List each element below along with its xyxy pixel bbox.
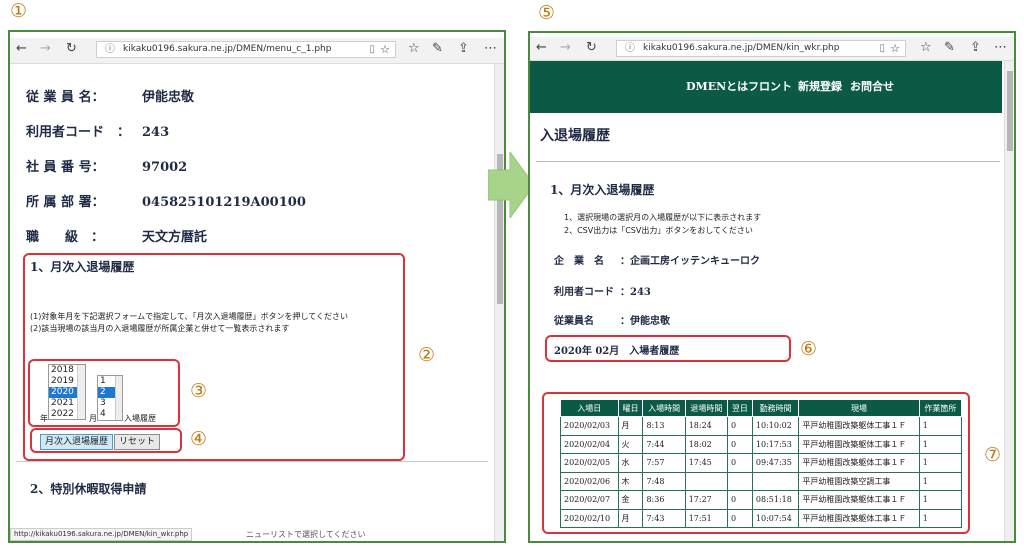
info-row-employee-no: 社 員 番 号： 97002	[26, 150, 306, 185]
page-scrollbar[interactable]	[494, 64, 504, 541]
marker-1: ①	[10, 0, 28, 22]
refresh-icon[interactable]: ↻	[586, 40, 597, 56]
highlight-box-3	[28, 359, 180, 427]
more-icon[interactable]: ⋯	[484, 41, 497, 57]
marker-6: ⑥	[800, 338, 818, 360]
info-label: 従 業 員 名：	[26, 90, 105, 105]
nav-front[interactable]: フロント	[748, 78, 792, 94]
reading-view-icon[interactable]: ▯	[369, 42, 375, 57]
site-header: DMENとは フロント 新規登録 お問合せ	[530, 61, 1002, 113]
note-2: 2、CSV出力は「CSV出力」ボタンをおしてください	[564, 226, 753, 235]
info-label: 利用者コード ：	[26, 125, 131, 140]
info-row-position: 職 級 ： 天文方暦託	[26, 220, 306, 255]
user-code-value: ：243	[620, 287, 651, 298]
info-row-name: 従 業 員 名： 伊能忠敬	[26, 80, 306, 115]
page-title: 入退場履歴	[540, 128, 610, 144]
favorite-star-icon[interactable]: ☆	[890, 41, 900, 56]
employee-row: 従業員名 ：伊能忠敬	[554, 312, 670, 327]
favorites-list-icon[interactable]: ☆	[408, 41, 420, 57]
refresh-icon[interactable]: ↻	[66, 41, 77, 57]
marker-2: ②	[418, 344, 436, 366]
info-label: 職 級 ：	[26, 230, 105, 245]
pen-icon[interactable]: ✎	[432, 41, 443, 57]
company-row: 企 業 名 ：企画工房イッテンキューロク	[554, 252, 760, 267]
status-bar: http://kikaku0196.sakura.ne.jp/DMEN/kin_…	[10, 528, 193, 541]
section2-title: 2、特別休暇取得申請	[30, 482, 147, 496]
marker-7: ⑦	[984, 444, 1002, 466]
highlight-box-7	[542, 392, 970, 534]
employee-info: 従 業 員 名： 伊能忠敬 利用者コード ： 243 社 員 番 号： 97002 所…	[26, 80, 306, 255]
info-value: 97002	[142, 160, 188, 175]
info-value: 天文方暦託	[142, 230, 208, 245]
address-bar[interactable]: ⓘ kikaku0196.sakura.ne.jp/DMEN/menu_c_1.…	[96, 41, 396, 58]
company-value: ：企画工房イッテンキューロク	[620, 256, 760, 267]
scrollbar-thumb[interactable]	[1007, 71, 1013, 151]
browser-toolbar: ← → ↻ ⓘ kikaku0196.sakura.ne.jp/DMEN/kin…	[530, 37, 1014, 61]
marker-4: ④	[190, 428, 208, 450]
title-divider	[536, 161, 1000, 162]
nav-register[interactable]: 新規登録	[798, 78, 842, 94]
marker-3: ③	[190, 380, 208, 402]
nav-contact[interactable]: お問合せ	[850, 78, 894, 94]
status-url: http://kikaku0196.sakura.ne.jp/DMEN/kin_…	[14, 530, 189, 538]
employee-value: ：伊能忠敬	[620, 316, 670, 327]
address-bar[interactable]: ⓘ kikaku0196.sakura.ne.jp/DMEN/kin_wkr.p…	[616, 40, 906, 57]
employee-label: 従業員名	[554, 316, 594, 327]
nav-about[interactable]: DMENとは	[686, 78, 748, 94]
info-row-department: 所 属 部 署： 045825101219A00100	[26, 185, 306, 220]
share-icon[interactable]: ⇪	[970, 40, 981, 56]
note-1: 1、選択現場の選択月の入場履歴が以下に表示されます	[564, 213, 762, 222]
forward-icon[interactable]: →	[40, 41, 51, 57]
address-url: kikaku0196.sakura.ne.jp/DMEN/kin_wkr.php	[643, 43, 840, 53]
section-divider	[16, 461, 488, 462]
back-icon[interactable]: ←	[536, 40, 547, 56]
user-code-row: 利用者コード ：243	[554, 283, 651, 298]
reading-view-icon[interactable]: ▯	[879, 41, 885, 56]
info-value: 伊能忠敬	[142, 90, 195, 105]
favorites-list-icon[interactable]: ☆	[920, 40, 932, 56]
site-info-icon[interactable]: ⓘ	[625, 41, 635, 56]
favorite-star-icon[interactable]: ☆	[380, 42, 390, 57]
share-icon[interactable]: ⇪	[458, 41, 469, 57]
info-value: 243	[142, 125, 170, 140]
forward-icon[interactable]: →	[560, 40, 571, 56]
pen-icon[interactable]: ✎	[944, 40, 955, 56]
address-url: kikaku0196.sakura.ne.jp/DMEN/menu_c_1.ph…	[123, 44, 332, 54]
highlight-box-4	[30, 428, 182, 453]
marker-5: ⑤	[538, 2, 556, 24]
section-title: 1、月次入退場履歴	[550, 183, 655, 197]
info-label: 社 員 番 号：	[26, 160, 105, 175]
hidden-instruction-text: ニューリストで選択してください	[246, 530, 366, 539]
page-scrollbar[interactable]	[1004, 61, 1014, 541]
more-icon[interactable]: ⋯	[994, 40, 1007, 56]
info-label: 所 属 部 署：	[26, 195, 105, 210]
info-row-user-code: 利用者コード ： 243	[26, 115, 306, 150]
back-icon[interactable]: ←	[16, 41, 27, 57]
site-info-icon[interactable]: ⓘ	[105, 42, 115, 57]
browser-toolbar: ← → ↻ ⓘ kikaku0196.sakura.ne.jp/DMEN/men…	[10, 38, 504, 64]
highlight-box-6	[545, 335, 791, 362]
company-label: 企 業 名	[554, 256, 604, 267]
user-code-label: 利用者コード	[554, 287, 614, 298]
info-value: 045825101219A00100	[142, 195, 306, 210]
